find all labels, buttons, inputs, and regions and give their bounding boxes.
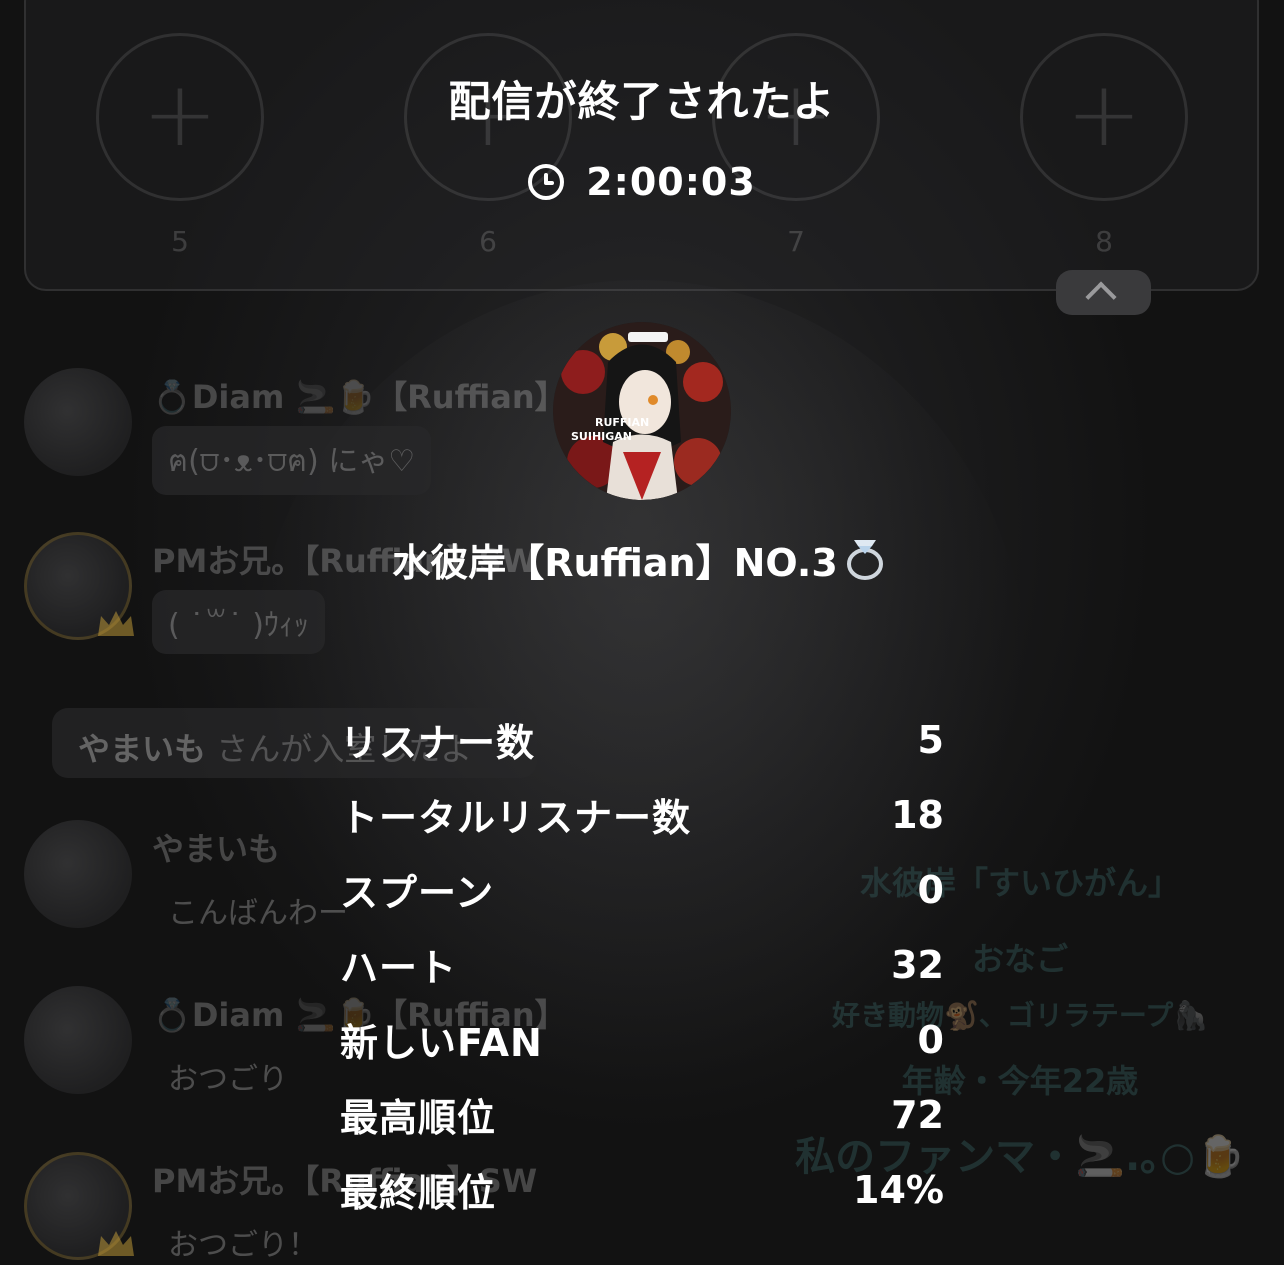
stat-value: 72 <box>891 1092 944 1137</box>
streamer-name-text: 水彼岸【Ruffian】NO.3 <box>392 541 838 585</box>
chat-username: 💍Diam 🚬🍺【Ruffian】 <box>152 378 567 416</box>
stat-value: 32 <box>891 942 944 987</box>
avatar-caption: RUFFIAN <box>595 416 649 429</box>
avatar[interactable] <box>24 820 132 928</box>
slot-number: 6 <box>479 225 497 258</box>
chat-text: おつごり <box>168 1062 288 1097</box>
stat-value: 0 <box>917 1017 944 1062</box>
crown-icon <box>98 1231 134 1256</box>
stat-value: 0 <box>917 867 944 912</box>
stat-row-new-fans: 新しいFAN 0 <box>340 1002 944 1077</box>
stat-row-total-listeners: トータルリスナー数 18 <box>340 777 944 852</box>
broadcast-ended-title: 配信が終了されたよ <box>448 77 836 126</box>
collapse-button[interactable] <box>1056 270 1151 315</box>
stat-value: 5 <box>917 717 944 762</box>
clock-icon <box>528 164 565 200</box>
join-user: やまいも <box>78 730 207 768</box>
chat-username: やまいも <box>152 830 281 868</box>
avatar[interactable] <box>24 986 132 1094</box>
stat-label: 最終順位 <box>340 1171 497 1215</box>
stat-row-listeners: リスナー数 5 <box>340 702 944 777</box>
chevron-up-icon <box>1085 281 1117 313</box>
chat-text: おつごり！ <box>168 1228 318 1263</box>
slot-number: 8 <box>1095 225 1113 258</box>
avatar-illustration: RUFFIAN SUIHIGAN <box>553 322 731 500</box>
stat-row-final-rank: 最終順位 14% <box>340 1152 944 1227</box>
stat-value: 14% <box>853 1167 944 1212</box>
stat-label: 最高順位 <box>340 1096 497 1140</box>
stat-row-hearts: ハート 32 <box>340 927 944 1002</box>
streamer-name: 水彼岸【Ruffian】NO.3 <box>0 532 1284 587</box>
stat-label: ハート <box>340 946 458 990</box>
broadcast-duration: 2:00:03 <box>0 160 1284 204</box>
stat-label: スプーン <box>340 871 495 915</box>
duration-text: 2:00:03 <box>586 160 756 204</box>
stat-label: リスナー数 <box>340 721 536 765</box>
broadcast-stats: リスナー数 5 トータルリスナー数 18 スプーン 0 ハート 32 新しいFA… <box>340 702 944 1227</box>
stat-label: 新しいFAN <box>340 1021 543 1065</box>
avatar-caption: SUIHIGAN <box>571 430 632 443</box>
stat-row-best-rank: 最高順位 72 <box>340 1077 944 1152</box>
slot-number: 5 <box>171 225 189 258</box>
stat-label: トータルリスナー数 <box>340 796 692 840</box>
crown-icon <box>98 611 134 636</box>
stat-value: 18 <box>891 792 944 837</box>
avatar[interactable] <box>24 368 132 476</box>
chat-text: こんばんわー <box>168 896 348 931</box>
chat-text: ฅ(⩌･ᴥ･⩌ฅ) にゃ♡ <box>152 426 432 495</box>
slot-number: 7 <box>787 225 805 258</box>
chat-text: ( ˙꒳˙ )ｳｨｯ <box>152 590 325 654</box>
ring-icon <box>846 540 883 580</box>
streamer-avatar[interactable]: RUFFIAN SUIHIGAN <box>553 322 731 500</box>
stat-row-spoons: スプーン 0 <box>340 852 944 927</box>
